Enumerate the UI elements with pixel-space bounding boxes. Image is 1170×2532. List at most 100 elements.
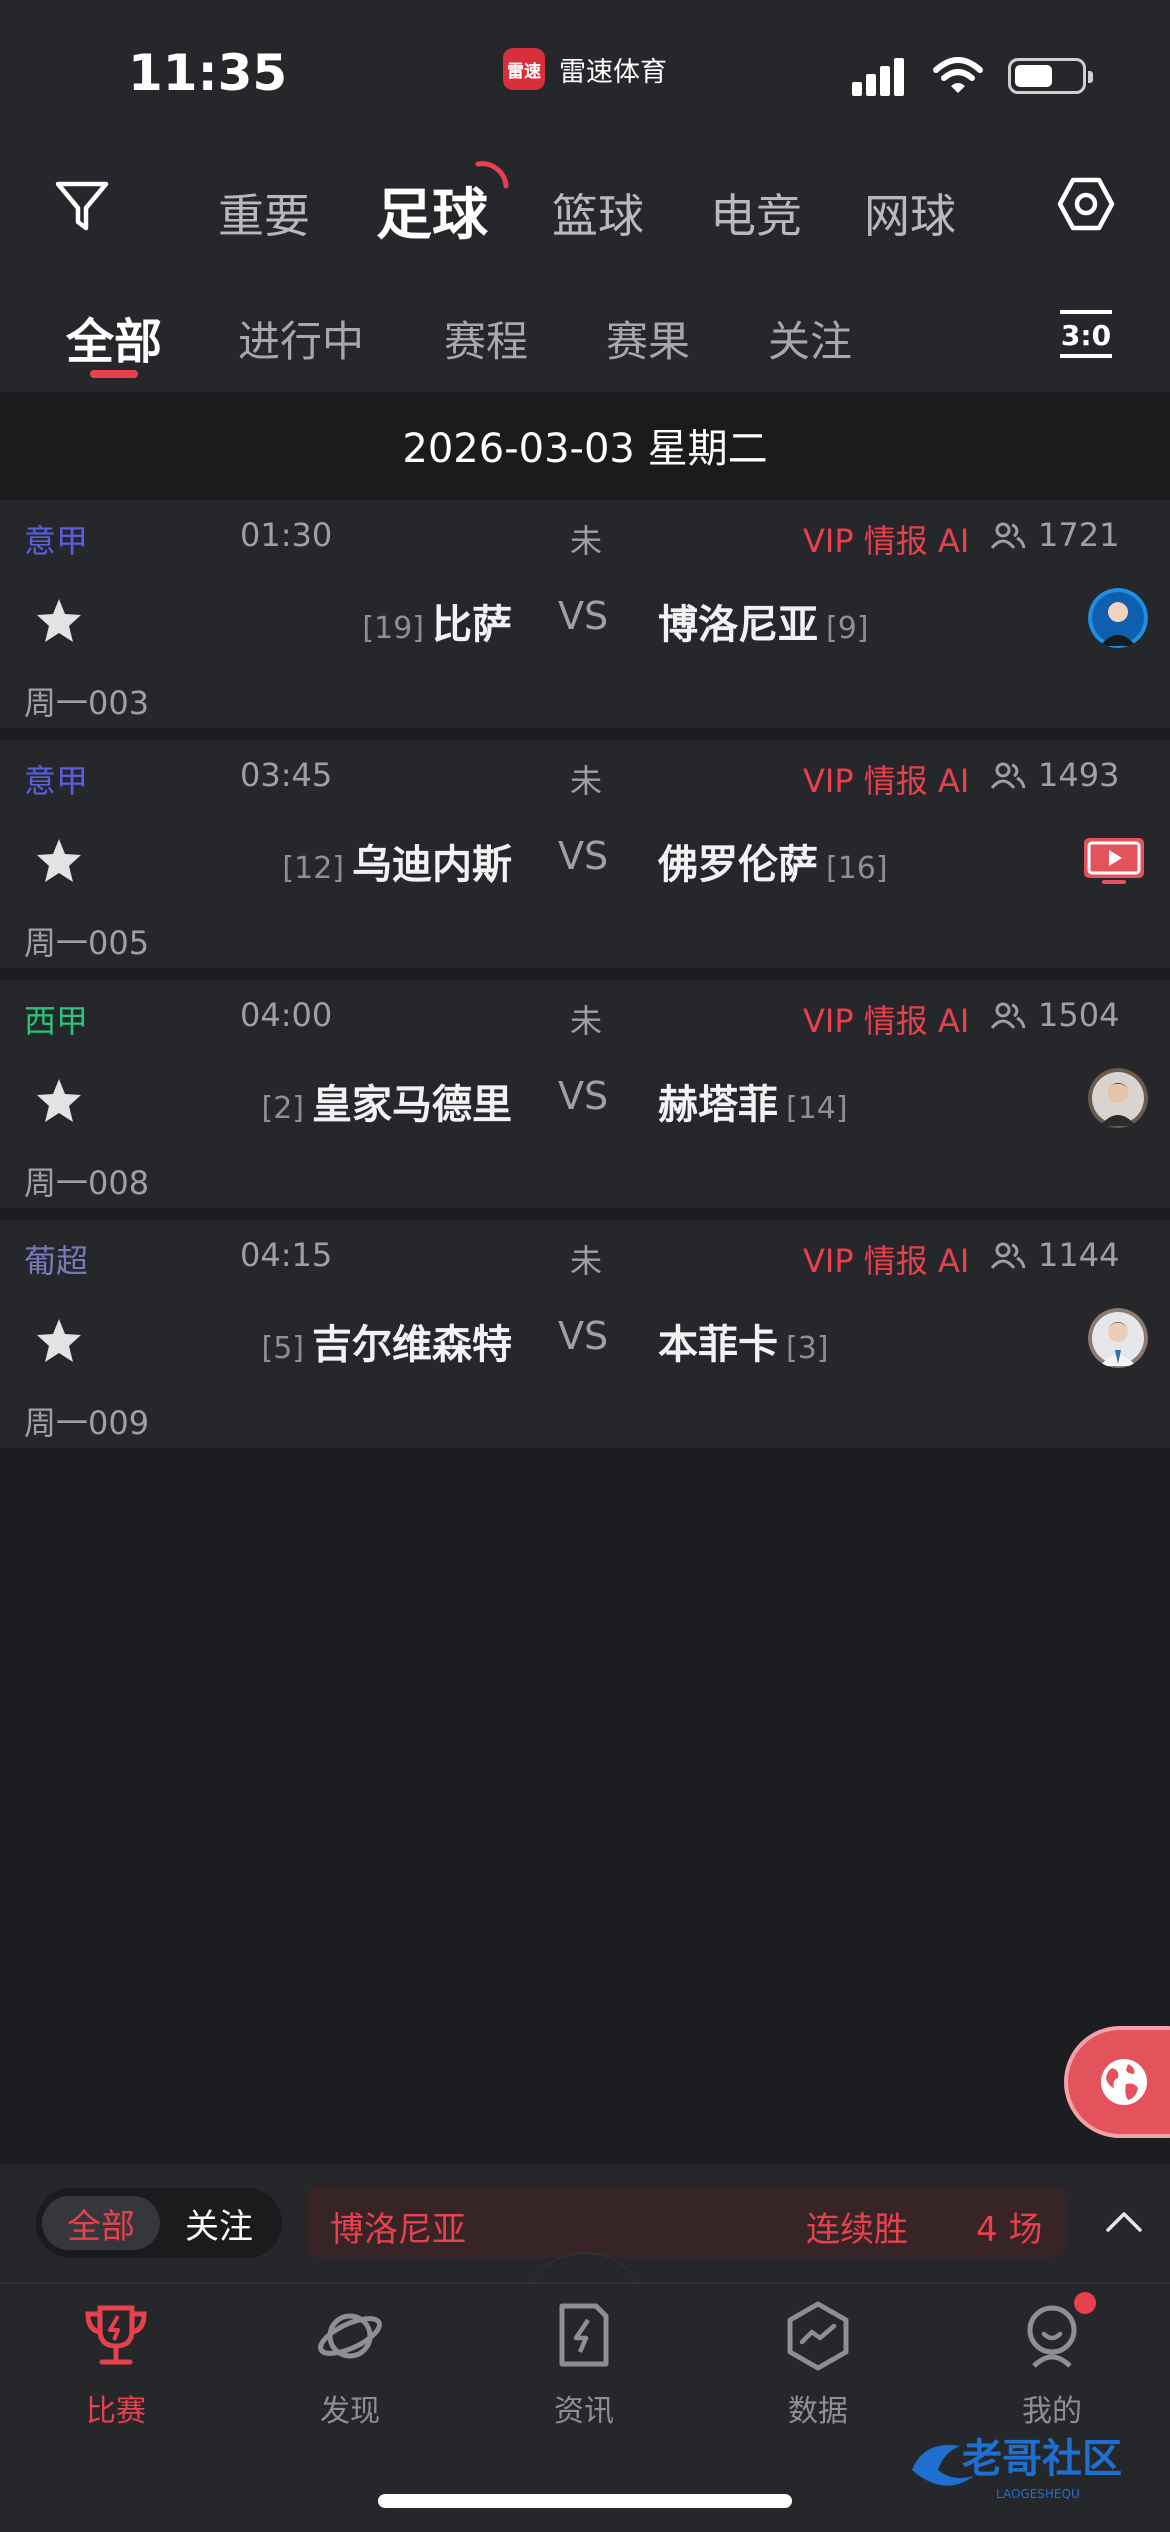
vip-intel-link[interactable]: VIP 情报 AI [803,516,969,562]
data-icon [787,2301,849,2371]
globe-icon [1101,2059,1147,2105]
sport-tab-tennis[interactable]: 网球 [864,180,956,246]
battery-level [1015,65,1052,87]
tab-results[interactable]: 赛果 [606,308,690,369]
away-team-name: 赫塔菲 [658,1082,778,1128]
sport-nav: 重要 足球 篮球 电竞 网球 [0,150,1170,270]
tab-discover[interactable]: 发现 [270,2300,430,2430]
match-time: 04:15 [240,1236,333,1274]
match-time: 01:30 [240,516,333,554]
tab-news[interactable]: 资讯 [504,2300,664,2430]
floating-globe-button[interactable] [1064,2026,1170,2138]
tab-following[interactable]: 关注 [768,308,852,369]
home-team-name: 皇家马德里 [312,1082,512,1128]
filter-icon[interactable] [52,176,112,236]
home-indicator [378,2494,792,2508]
status-icons [852,56,1093,96]
home-team-name: 乌迪内斯 [352,842,512,888]
streak-label: 连续胜 [806,2210,908,2250]
score-display-icon[interactable]: 3:0 [1058,308,1114,360]
match-card[interactable]: 意甲 01:30 未 VIP 情报 AI 1721 [19] 比萨 VS 博洛尼亚… [0,500,1170,728]
home-team: [12] 乌迪内斯 [282,832,512,890]
league-name[interactable]: 西甲 [24,996,88,1042]
app-logo: 雷速 [503,48,545,90]
away-team: 博洛尼亚 [9] [658,592,869,650]
app-screen: 11:35 雷速 雷速体育 重要 足球 篮球 电竞 网球 全部 进行中 赛程 赛… [0,0,1170,2532]
tab-label: 我的 [1022,2394,1082,2429]
cellular-signal-icon [852,56,912,96]
match-state: 未 [570,522,603,560]
analyst-avatar[interactable] [1088,1308,1148,1368]
home-team: [2] 皇家马德里 [262,1072,513,1130]
home-rank: [5] [261,1331,305,1366]
away-team: 本菲卡 [3] [658,1312,829,1370]
match-card[interactable]: 葡超 04:15 未 VIP 情报 AI 1144 [5] 吉尔维森特 VS 本菲… [0,1220,1170,1448]
match-state: 未 [570,1242,603,1280]
people-icon [990,762,1026,789]
home-rank: [19] [362,611,424,646]
match-state: 未 [570,762,603,800]
match-card[interactable]: 西甲 04:00 未 VIP 情报 AI 1504 [2] 皇家马德里 VS 赫塔… [0,980,1170,1208]
planet-icon [318,2313,382,2359]
match-code: 周一003 [24,684,150,722]
tab-label: 发现 [320,2394,380,2429]
news-icon [559,2303,609,2367]
tab-data[interactable]: 数据 [738,2300,898,2430]
match-time: 04:00 [240,996,333,1034]
sport-tab-important[interactable]: 重要 [218,180,310,246]
analyst-avatar[interactable] [1088,1068,1148,1128]
toggle-all[interactable]: 全部 [42,2196,160,2250]
tv-live-icon[interactable] [1082,836,1146,886]
star-icon[interactable] [34,596,84,646]
home-team: [5] 吉尔维森特 [262,1312,513,1370]
sport-tab-esports[interactable]: 电竞 [710,180,802,246]
viewer-count: 1144 [1038,1236,1120,1274]
viewer-count: 1504 [1038,996,1120,1034]
wifi-icon [933,57,983,93]
star-icon[interactable] [34,1076,84,1126]
tab-matches[interactable]: 比赛 [36,2300,196,2430]
viewer-count: 1493 [1038,756,1120,794]
match-card[interactable]: 意甲 03:45 未 VIP 情报 AI 1493 [12] 乌迪内斯 VS 佛罗… [0,740,1170,968]
tab-profile[interactable]: 我的 [972,2300,1132,2430]
tab-live[interactable]: 进行中 [238,308,364,369]
trophy-icon [85,2305,147,2365]
people-icon [990,522,1026,549]
away-team-name: 佛罗伦萨 [658,842,818,888]
home-rank: [2] [261,1091,305,1126]
match-state: 未 [570,1002,603,1040]
away-rank: [16] [826,851,888,886]
match-code: 周一008 [24,1164,150,1202]
people-icon [990,1002,1026,1029]
tab-label: 资讯 [554,2394,614,2429]
streak-team: 博洛尼亚 [330,2210,466,2250]
league-name[interactable]: 葡超 [24,1236,88,1282]
league-name[interactable]: 意甲 [24,516,88,562]
vs-label: VS [558,1074,609,1118]
vip-intel-link[interactable]: VIP 情报 AI [803,996,969,1042]
viewer-count: 1721 [1038,516,1120,554]
vip-intel-link[interactable]: VIP 情报 AI [803,756,969,802]
sport-tab-basketball[interactable]: 篮球 [552,180,644,246]
toggle-following[interactable]: 关注 [160,2196,278,2250]
chevron-up-icon[interactable] [1104,2204,1144,2240]
tab-label: 比赛 [86,2394,146,2429]
top-header: 11:35 雷速 雷速体育 重要 足球 篮球 电竞 网球 全部 进行中 赛程 赛… [0,0,1170,392]
tab-all[interactable]: 全部 [66,302,162,372]
match-code: 周一005 [24,924,150,962]
settings-icon[interactable] [1056,174,1116,234]
status-time: 11:35 [128,44,288,102]
star-icon[interactable] [34,1316,84,1366]
analyst-avatar[interactable] [1088,588,1148,648]
streak-info[interactable]: 博洛尼亚 连续胜 4 场 [306,2186,1066,2258]
away-team: 佛罗伦萨 [16] [658,832,888,890]
tab-schedule[interactable]: 赛程 [444,308,528,369]
league-name[interactable]: 意甲 [24,756,88,802]
away-team: 赫塔菲 [14] [658,1072,848,1130]
watermark-logo: 老哥社区 LAOGESHEQU [912,2436,1122,2501]
people-icon [990,1242,1026,1269]
status-bar: 11:35 雷速 雷速体育 [0,0,1170,140]
star-icon[interactable] [34,836,84,886]
home-team-name: 比萨 [432,602,512,648]
vip-intel-link[interactable]: VIP 情报 AI [803,1236,969,1282]
